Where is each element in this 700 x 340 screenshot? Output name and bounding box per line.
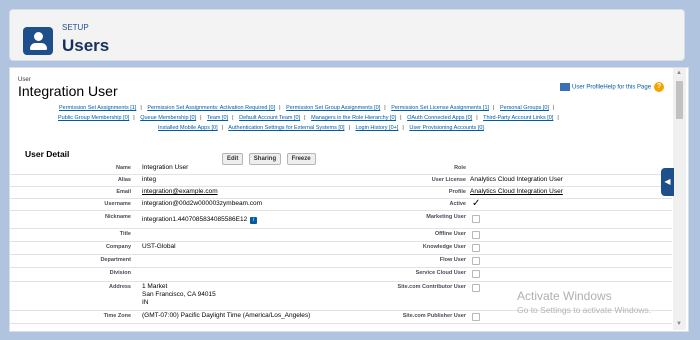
field-label: Marketing User xyxy=(426,214,466,220)
scrollbar-thumb[interactable] xyxy=(676,81,683,119)
field-label: Knowledge User xyxy=(422,244,466,250)
rl-permission-set-assignments[interactable]: Permission Set Assignments [1] xyxy=(59,105,136,111)
field-label: User License xyxy=(431,177,466,183)
field-row-username: Username integration@00d2w000003zymbeam.… xyxy=(10,198,672,211)
field-row-nickname: Nickname integration1.4407085834085586E1… xyxy=(10,211,672,229)
section-title: User Detail xyxy=(25,149,70,159)
record-name: Integration User xyxy=(18,83,118,99)
rl-team[interactable]: Team [0] xyxy=(207,115,228,121)
field-row-email: Email integration@example.com Profile An… xyxy=(10,187,672,199)
rl-auth-settings[interactable]: Authentication Settings for External Sys… xyxy=(228,125,344,131)
field-label: Role xyxy=(454,165,466,171)
field-label: Site.com Publisher User xyxy=(402,313,466,319)
rl-personal-groups[interactable]: Personal Groups [0] xyxy=(500,105,549,111)
field-label: Active xyxy=(449,201,466,207)
field-row-alias: Alias integ User License Analytics Cloud… xyxy=(10,175,672,187)
field-label: Offline User xyxy=(434,231,466,237)
field-row-department: Department Flow User xyxy=(10,255,672,268)
marketing-user-checkbox xyxy=(472,215,480,223)
field-label: Service Cloud User xyxy=(415,270,466,276)
field-label: Flow User xyxy=(439,257,466,263)
rl-login-history[interactable]: Login History [0+] xyxy=(355,125,398,131)
field-value: integ xyxy=(142,176,157,183)
service-cloud-user-checkbox xyxy=(472,270,480,278)
profile-link[interactable]: Analytics Cloud Integration User xyxy=(470,188,563,195)
field-row-company: Company UST-Global Knowledge User xyxy=(10,242,672,255)
related-lists-row-2: Public Group Membership [0] | Queue Membe… xyxy=(58,115,559,121)
activation-watermark-title: Activate Windows xyxy=(517,289,612,303)
rl-permission-set-group[interactable]: Permission Set Group Assignments [0] xyxy=(286,105,380,111)
help-link-text[interactable]: User ProfileHelp for this Page xyxy=(572,85,651,91)
field-label: Company xyxy=(105,244,131,250)
rl-permission-set-license[interactable]: Permission Set License Assignments [1] xyxy=(391,105,489,111)
field-value: Analytics Cloud Integration User xyxy=(470,176,563,183)
field-label: Alias xyxy=(117,177,131,183)
address-value: 1 Market San Francisco, CA 94015 IN xyxy=(142,283,216,306)
page-title: Users xyxy=(62,36,110,55)
field-value: Integration User xyxy=(142,164,189,171)
active-checkmark-icon: ✓ xyxy=(472,198,481,209)
help-link[interactable]: User ProfileHelp for this Page? xyxy=(560,82,665,92)
scroll-down-arrow-icon[interactable]: ▼ xyxy=(676,321,682,327)
rl-queue-membership[interactable]: Queue Membership [0] xyxy=(140,115,196,121)
related-lists-row-3: Installed Mobile Apps [0] | Authenticatio… xyxy=(158,125,484,131)
rl-public-group[interactable]: Public Group Membership [0] xyxy=(58,115,129,121)
rl-installed-mobile-apps[interactable]: Installed Mobile Apps [0] xyxy=(158,125,218,131)
field-label: Profile xyxy=(448,189,466,195)
profile-icon xyxy=(560,83,570,91)
rl-user-provisioning[interactable]: User Provisioning Accounts [0] xyxy=(409,125,484,131)
side-panel-toggle-icon[interactable]: ◀ xyxy=(661,168,674,196)
field-value: integration1.4407085834085586E12 xyxy=(142,216,248,223)
rl-third-party-links[interactable]: Third-Party Account Links [0] xyxy=(483,115,553,121)
user-icon xyxy=(23,27,53,55)
field-row-division: Division Service Cloud User xyxy=(10,268,672,282)
field-label: Name xyxy=(116,165,131,171)
info-icon[interactable]: i xyxy=(250,217,258,224)
field-label: Address xyxy=(108,284,131,290)
field-value: integration@00d2w000003zymbeam.com xyxy=(142,200,263,207)
rl-permission-set-activation[interactable]: Permission Set Assignments: Activation R… xyxy=(147,105,275,111)
field-row-name: Name Integration User Role xyxy=(10,163,672,175)
field-label: Title xyxy=(119,231,131,237)
rl-managers[interactable]: Managers in the Role Hierarchy [0] xyxy=(311,115,396,121)
offline-user-checkbox xyxy=(472,231,480,239)
activation-watermark-subtitle: Go to Settings to activate Windows. xyxy=(517,305,652,315)
field-label: Division xyxy=(109,270,131,276)
knowledge-user-checkbox xyxy=(472,244,480,252)
setup-label: SETUP xyxy=(62,23,89,32)
scroll-up-arrow-icon[interactable]: ▲ xyxy=(676,70,682,76)
field-row-title: Title Offline User xyxy=(10,229,672,242)
field-label: Time Zone xyxy=(103,313,131,319)
field-label: Nickname xyxy=(105,214,131,220)
field-label: Username xyxy=(104,201,131,207)
field-label: Department xyxy=(100,257,131,263)
flow-user-checkbox xyxy=(472,257,480,265)
contributor-user-checkbox xyxy=(472,284,480,292)
field-value: UST-Global xyxy=(142,243,176,250)
rl-default-account-team[interactable]: Default Account Team [0] xyxy=(239,115,300,121)
email-link[interactable]: integration@example.com xyxy=(142,188,218,195)
field-label: Site.com Contributor User xyxy=(397,284,466,290)
help-icon[interactable]: ? xyxy=(654,82,665,92)
related-lists-row-1: Permission Set Assignments [1] | Permissi… xyxy=(59,105,555,111)
rl-oauth-apps[interactable]: OAuth Connected Apps [0] xyxy=(407,115,472,121)
field-value: (GMT-07:00) Pacific Daylight Time (Ameri… xyxy=(142,312,311,319)
publisher-user-checkbox xyxy=(472,313,480,321)
field-label: Email xyxy=(116,189,131,195)
page-header: SETUP Users xyxy=(9,9,685,61)
